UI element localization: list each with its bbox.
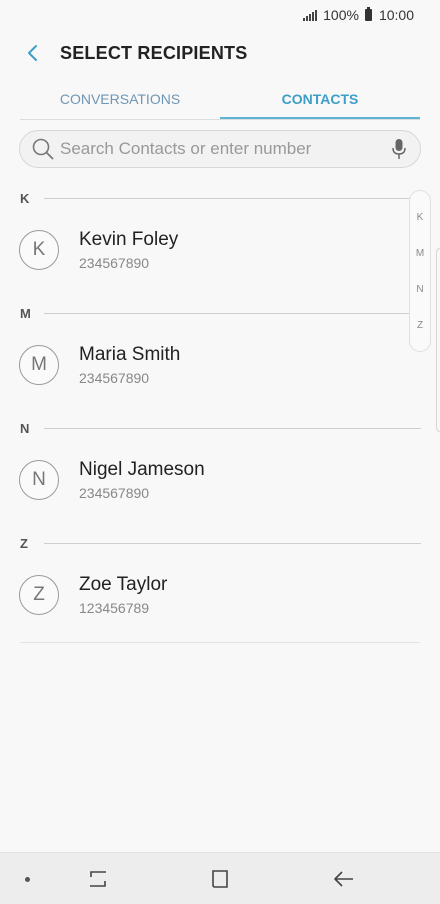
section-header-k: K — [20, 190, 421, 206]
tab-conversations[interactable]: CONVERSATIONS — [20, 80, 220, 119]
section-divider — [44, 427, 421, 429]
contact-number: 234567890 — [79, 370, 150, 386]
nav-dot-icon[interactable] — [25, 877, 30, 882]
search-bar — [19, 130, 421, 168]
navigation-bar — [0, 852, 440, 904]
signal-icon — [303, 9, 318, 21]
contact-number: 234567890 — [79, 255, 150, 271]
index-scroller[interactable]: K M N Z — [409, 190, 431, 352]
index-letter-n[interactable]: N — [416, 284, 423, 295]
section-letter: N — [20, 420, 30, 436]
section-header-m: M — [20, 305, 421, 321]
contact-name: Nigel Jameson — [79, 459, 205, 480]
avatar: M — [19, 345, 59, 385]
list-divider — [20, 642, 420, 643]
section-header-n: N — [20, 420, 421, 436]
tab-bar: CONVERSATIONS CONTACTS — [20, 80, 420, 120]
voice-input-button[interactable] — [382, 132, 416, 166]
avatar: K — [19, 230, 59, 270]
contact-number: 123456789 — [79, 600, 150, 616]
section-divider — [44, 312, 421, 314]
section-letter: K — [20, 190, 30, 206]
scrollbar[interactable] — [436, 248, 440, 432]
avatar: Z — [19, 575, 59, 615]
section-divider — [44, 542, 421, 544]
battery-icon — [364, 7, 372, 21]
back-nav-button[interactable] — [330, 866, 358, 892]
section-divider — [44, 197, 421, 199]
contact-number: 234567890 — [79, 485, 150, 501]
search-icon — [32, 138, 54, 160]
tab-contacts[interactable]: CONTACTS — [220, 80, 420, 119]
section-letter: Z — [20, 535, 28, 551]
back-icon — [334, 871, 353, 887]
index-letter-z[interactable]: Z — [417, 320, 423, 331]
contact-item[interactable]: M Maria Smith 234567890 — [0, 330, 420, 400]
index-letter-m[interactable]: M — [416, 248, 424, 259]
home-icon — [212, 870, 228, 888]
contact-name: Zoe Taylor — [79, 574, 168, 595]
index-letter-k[interactable]: K — [417, 212, 424, 223]
app-bar: SELECT RECIPIENTS — [0, 30, 440, 76]
contact-name: Kevin Foley — [79, 229, 179, 250]
battery-percent: 100% — [323, 7, 359, 23]
back-arrow-icon — [28, 45, 37, 61]
recent-apps-icon — [90, 871, 106, 887]
back-button[interactable] — [20, 40, 46, 66]
avatar: N — [19, 460, 59, 500]
search-input[interactable] — [60, 139, 382, 159]
microphone-icon — [392, 139, 406, 159]
contact-item[interactable]: N Nigel Jameson 234567890 — [0, 445, 420, 515]
home-button[interactable] — [206, 866, 234, 892]
contact-item[interactable]: K Kevin Foley 234567890 — [0, 215, 420, 285]
section-letter: M — [20, 305, 31, 321]
page-title: SELECT RECIPIENTS — [60, 42, 248, 63]
status-bar: 100% 10:00 — [0, 0, 440, 30]
contact-name: Maria Smith — [79, 344, 181, 365]
contact-item[interactable]: Z Zoe Taylor 123456789 — [0, 560, 420, 630]
section-header-z: Z — [20, 535, 421, 551]
recent-apps-button[interactable] — [84, 866, 112, 892]
clock: 10:00 — [378, 7, 414, 23]
